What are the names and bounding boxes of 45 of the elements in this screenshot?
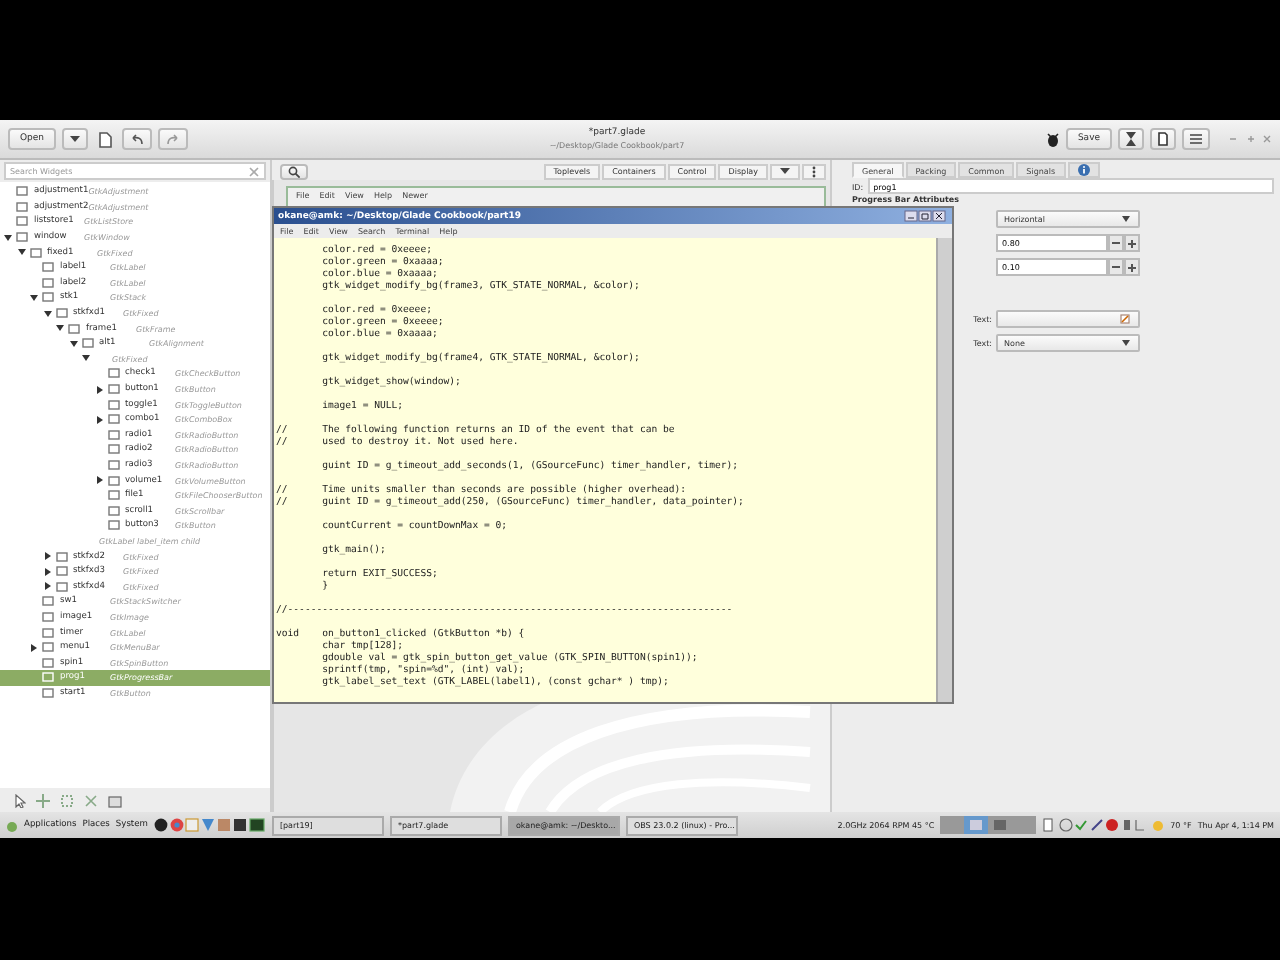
system-tray-drawing[interactable] <box>1042 818 1147 832</box>
increment-button[interactable] <box>1124 258 1140 276</box>
collapsed-arrow-icon[interactable] <box>95 415 103 424</box>
bug-icon <box>1045 131 1060 147</box>
undo-icon <box>130 133 145 145</box>
increment-button[interactable] <box>1124 234 1140 252</box>
caret-icon <box>70 135 81 143</box>
minus-icon <box>1112 266 1120 268</box>
info-icon <box>1077 164 1090 176</box>
collapsed-arrow-icon[interactable] <box>95 385 103 394</box>
sun-icon <box>1152 819 1165 831</box>
collapsed-arrow-icon[interactable] <box>30 643 38 652</box>
hourglass-button[interactable] <box>1118 128 1144 150</box>
launcher-icons-drawing[interactable] <box>153 818 266 832</box>
info-tab[interactable] <box>1067 162 1100 178</box>
plus-icon <box>1128 263 1136 271</box>
decrement-button[interactable] <box>1108 258 1124 276</box>
search-icon <box>288 165 300 177</box>
clear-icon <box>248 165 260 177</box>
document-button[interactable] <box>1150 128 1176 150</box>
document-icon <box>1158 132 1168 146</box>
window-controls-icon[interactable] <box>904 210 948 222</box>
dropdown-button[interactable] <box>62 128 89 150</box>
plus-icon <box>1128 239 1136 247</box>
palette-menu-button[interactable] <box>802 163 826 179</box>
menu-icon <box>1190 134 1202 144</box>
palette-dropdown[interactable] <box>770 163 800 179</box>
decrement-button[interactable] <box>1108 234 1124 252</box>
text-field[interactable] <box>996 310 1140 328</box>
search-button[interactable] <box>280 163 308 179</box>
caret-icon <box>1122 340 1130 346</box>
caret-icon <box>780 167 790 175</box>
menu-button[interactable] <box>1182 128 1210 150</box>
hourglass-icon <box>1126 132 1136 146</box>
workspace-switcher-drawing[interactable] <box>940 816 1037 834</box>
edit-icon <box>1120 314 1130 324</box>
new-document-icon[interactable] <box>98 131 113 147</box>
preview-icon[interactable] <box>108 793 122 807</box>
undo-button[interactable] <box>122 128 153 150</box>
pointer-icon[interactable] <box>14 793 26 807</box>
redo-icon <box>166 133 181 145</box>
caret-icon <box>1122 216 1130 222</box>
scrollbar[interactable] <box>936 238 952 702</box>
collapsed-arrow-icon[interactable] <box>95 476 103 485</box>
minus-icon <box>1112 242 1120 244</box>
